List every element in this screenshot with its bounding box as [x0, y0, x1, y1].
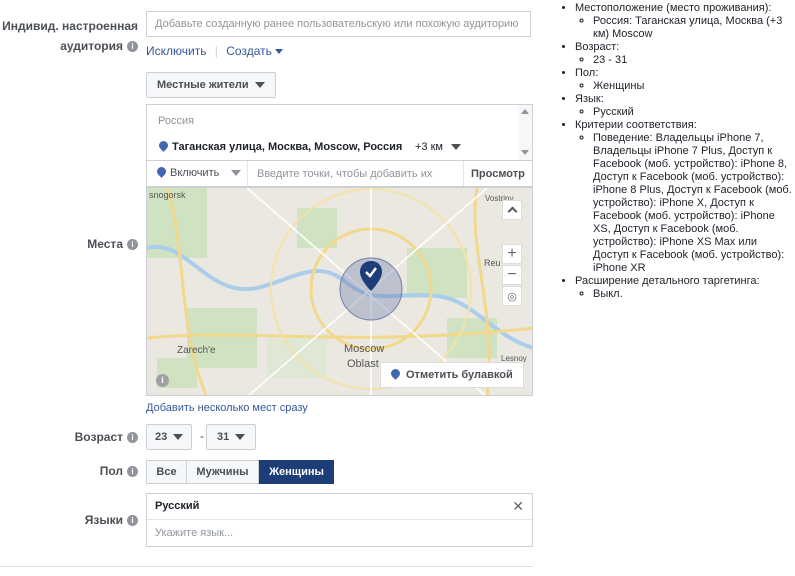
- custom-audience-actions: Исключить | Создать: [146, 44, 283, 58]
- map-label: Zarech'e: [177, 345, 216, 356]
- gender-women-button[interactable]: Женщины: [259, 460, 334, 484]
- location-pin-icon: [157, 167, 166, 179]
- info-icon[interactable]: i: [127, 239, 138, 251]
- languages-label: Языки i: [0, 510, 138, 530]
- radius-dropdown[interactable]: +3 км: [415, 141, 461, 153]
- summary-language: Язык: Русский: [575, 93, 792, 119]
- chevron-down-icon: [450, 144, 461, 151]
- include-dropdown[interactable]: Включить: [157, 167, 242, 179]
- location-type-dropdown[interactable]: Местные жители: [146, 72, 276, 98]
- info-icon[interactable]: i: [127, 432, 138, 444]
- summary-location: Местоположение (место проживания): Росси…: [575, 2, 792, 41]
- drop-pin-button[interactable]: Отметить булавкой: [380, 362, 524, 388]
- map-label: Moscow: [344, 343, 385, 355]
- divider: [463, 161, 464, 186]
- age-label: Возраст i: [0, 427, 138, 447]
- audience-summary: Местоположение (место проживания): Росси…: [560, 2, 792, 301]
- location-search-row: Включить Введите точки, чтобы добавить и…: [146, 160, 533, 187]
- location-pin-icon: [391, 369, 400, 381]
- info-icon[interactable]: i: [127, 466, 138, 478]
- summary-gender: Пол: Женщины: [575, 67, 792, 93]
- map[interactable]: snogorsk Vostriny Reu Zarech'e Moscow Ob…: [146, 187, 533, 396]
- scroll-down-icon: [521, 150, 529, 155]
- gender-label: Пол i: [0, 461, 138, 481]
- location-search-input[interactable]: Введите точки, чтобы добавить их: [257, 168, 432, 180]
- language-token: Русский: [155, 500, 200, 512]
- chevron-up-icon: [507, 206, 517, 217]
- map-label: Reu: [484, 258, 501, 268]
- summary-gender-value: Женщины: [593, 80, 792, 93]
- locate-icon: ◎: [507, 291, 517, 303]
- info-icon[interactable]: i: [156, 374, 169, 387]
- country-label: Россия: [158, 115, 195, 127]
- custom-audience-label: Индивид. настроенная аудитория i: [2, 19, 138, 53]
- gender-men-button[interactable]: Мужчины: [186, 460, 259, 484]
- bulk-add-locations-link[interactable]: Добавить несколько мест сразу: [146, 402, 308, 414]
- map-label: Oblast: [347, 358, 379, 370]
- gender-all-button[interactable]: Все: [146, 460, 187, 484]
- custom-audience-input[interactable]: Добавьте созданную ранее пользовательску…: [146, 11, 531, 37]
- chevron-down-icon: [274, 49, 283, 55]
- location-pin-icon: [159, 141, 168, 153]
- scroll-up-icon: [521, 109, 529, 114]
- chevron-down-icon: [173, 434, 184, 441]
- summary-age-value: 23 - 31: [593, 54, 792, 67]
- summary-criteria-value: Поведение: Владельцы iPhone 7, Владельцы…: [593, 132, 792, 275]
- divider: [247, 161, 248, 186]
- divider: [0, 566, 533, 567]
- divider: [147, 519, 532, 520]
- recenter-button[interactable]: ◎: [502, 286, 522, 306]
- create-link[interactable]: Создать: [226, 44, 283, 58]
- zoom-in-button[interactable]: +: [502, 244, 522, 264]
- zoom-out-button[interactable]: −: [502, 265, 522, 285]
- chevron-down-icon: [235, 434, 246, 441]
- age-max-dropdown[interactable]: 31: [206, 424, 257, 450]
- scrollbar[interactable]: [518, 105, 532, 161]
- summary-location-value: Россия: Таганская улица, Москва (+3 км) …: [593, 15, 792, 41]
- summary-language-value: Русский: [593, 106, 792, 119]
- chevron-down-icon: [254, 82, 265, 89]
- minus-icon: −: [507, 266, 517, 283]
- chevron-down-icon: [231, 170, 242, 177]
- browse-button[interactable]: Просмотр: [471, 168, 525, 180]
- map-collapse-button[interactable]: [502, 200, 522, 220]
- language-input[interactable]: Укажите язык...: [155, 527, 233, 539]
- exclude-link[interactable]: Исключить: [146, 44, 206, 58]
- map-label: snogorsk: [149, 190, 186, 200]
- age-min-dropdown[interactable]: 23: [146, 424, 193, 450]
- info-icon[interactable]: i: [127, 41, 138, 53]
- map-pin-icon: [360, 261, 382, 294]
- plus-icon: +: [507, 245, 517, 262]
- age-separator: -: [200, 429, 204, 443]
- places-label: Места i: [0, 234, 138, 254]
- summary-expansion-value: Выкл.: [593, 288, 792, 301]
- location-item[interactable]: Таганская улица, Москва, Moscow, Россия: [171, 141, 402, 153]
- close-icon[interactable]: ✕: [512, 498, 524, 515]
- summary-criteria: Критерии соответствия: Поведение: Владел…: [575, 119, 792, 275]
- summary-age: Возраст: 23 - 31: [575, 41, 792, 67]
- summary-expansion: Расширение детального таргетинга: Выкл.: [575, 275, 792, 301]
- location-list: Россия Таганская улица, Москва, Moscow, …: [146, 104, 533, 161]
- info-icon[interactable]: i: [127, 515, 138, 527]
- languages-box: Русский ✕ Укажите язык...: [146, 493, 533, 547]
- divider: |: [214, 44, 218, 58]
